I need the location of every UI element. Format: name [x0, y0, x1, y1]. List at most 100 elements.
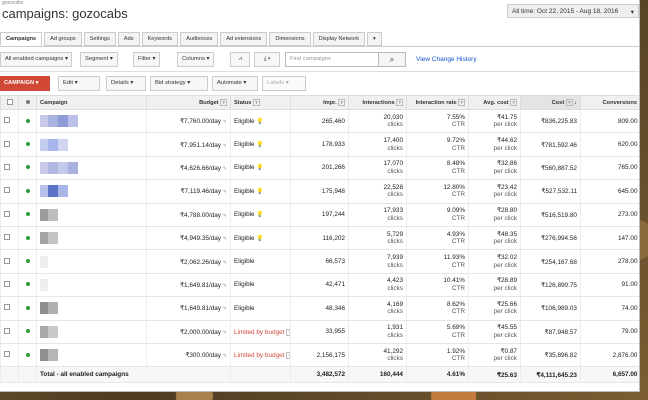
- enabled-status-icon[interactable]: [25, 142, 30, 147]
- row-checkbox[interactable]: [4, 257, 10, 264]
- help-icon[interactable]: ?: [565, 99, 573, 106]
- row-checkbox[interactable]: [4, 351, 10, 358]
- tab-dimensions[interactable]: Dimensions: [269, 32, 311, 46]
- budget-cell[interactable]: ₹4,788.00/day ✎: [146, 203, 231, 227]
- row-select-cell[interactable]: [0, 109, 19, 134]
- edit-pencil-icon[interactable]: ✎: [223, 189, 227, 195]
- campaign-name-cell[interactable]: [36, 109, 147, 134]
- edit-pencil-icon[interactable]: ✎: [223, 330, 227, 336]
- edit-pencil-icon[interactable]: ✎: [223, 236, 227, 242]
- help-icon[interactable]: ?: [220, 99, 227, 106]
- table-row[interactable]: ₹300.00/day ✎ Limited by budget ? ▣ 2,15…: [0, 343, 639, 368]
- row-checkbox[interactable]: [4, 163, 10, 170]
- budget-cell[interactable]: ₹2,000.00/day ✎: [146, 320, 231, 344]
- campaign-name-cell[interactable]: [36, 132, 147, 157]
- table-row[interactable]: ₹4,626.66/day ✎ Eligible 💡 201,266 17,07…: [0, 156, 639, 181]
- campaign-name-cell[interactable]: [36, 273, 147, 298]
- select-all-checkbox[interactable]: [6, 98, 13, 105]
- col-status[interactable]: Status ?: [230, 95, 291, 110]
- campaign-name-cell[interactable]: [36, 296, 147, 321]
- row-select-cell[interactable]: [0, 273, 19, 298]
- row-checkbox[interactable]: [4, 280, 10, 287]
- budget-cell[interactable]: ₹1,649.81/day ✎: [146, 273, 231, 298]
- budget-cell[interactable]: ₹2,062.26/day ✎: [146, 249, 231, 274]
- enabled-status-icon[interactable]: [25, 235, 30, 240]
- enabled-status-icon[interactable]: [25, 212, 30, 217]
- row-select-cell[interactable]: [0, 156, 19, 181]
- col-interactions[interactable]: Interactions ?: [348, 95, 407, 110]
- labels-button[interactable]: Labels ▾: [262, 76, 306, 91]
- edit-pencil-icon[interactable]: ✎: [223, 119, 227, 125]
- budget-cell[interactable]: ₹4,949.35/day ✎: [146, 226, 231, 251]
- enabled-status-icon[interactable]: [25, 352, 30, 357]
- row-select-cell[interactable]: [0, 320, 19, 344]
- edit-button[interactable]: Edit ▾: [58, 76, 100, 91]
- col-interaction-rate[interactable]: Interaction rate ?: [406, 95, 469, 110]
- row-select-cell[interactable]: [0, 296, 19, 321]
- edit-pencil-icon[interactable]: ✎: [223, 353, 227, 359]
- row-checkbox[interactable]: [4, 210, 10, 217]
- table-row[interactable]: ₹4,788.00/day ✎ Eligible 💡 197,244 17,93…: [0, 203, 639, 227]
- help-icon[interactable]: ?: [338, 99, 345, 106]
- col-cost[interactable]: Cost ? ↓: [520, 95, 581, 110]
- enabled-status-icon[interactable]: [25, 165, 30, 170]
- help-icon[interactable]: ?: [510, 99, 517, 106]
- help-icon[interactable]: ?: [458, 99, 465, 106]
- table-row[interactable]: ₹7,951.14/day ✎ Eligible 💡 178,933 17,40…: [0, 132, 639, 157]
- col-avg-cost[interactable]: Avg. cost ?: [468, 95, 521, 110]
- add-campaign-button[interactable]: CAMPAIGN ▾: [0, 76, 50, 91]
- columns-button[interactable]: Columns ▾: [177, 52, 215, 67]
- lightbulb-icon[interactable]: 💡: [256, 119, 263, 125]
- campaign-name-cell[interactable]: [36, 249, 147, 274]
- lightbulb-icon[interactable]: 💡: [256, 189, 263, 195]
- search-icon[interactable]: ⌕: [378, 52, 406, 67]
- row-checkbox[interactable]: [4, 234, 10, 241]
- lightbulb-icon[interactable]: 💡: [256, 236, 263, 242]
- details-button[interactable]: Details ▾: [106, 76, 146, 91]
- table-row[interactable]: ₹2,000.00/day ✎ Limited by budget ? ▣ 33…: [0, 320, 639, 344]
- tab-ads[interactable]: Ads: [117, 32, 140, 46]
- help-icon[interactable]: ?: [286, 352, 291, 360]
- col-impr[interactable]: Impr. ?: [290, 95, 349, 110]
- edit-pencil-icon[interactable]: ✎: [223, 283, 227, 289]
- campaign-name-cell[interactable]: [36, 320, 147, 344]
- table-row[interactable]: ₹7,119.46/day ✎ Eligible 💡 175,948 22,52…: [0, 179, 639, 204]
- help-icon[interactable]: ?: [396, 99, 403, 106]
- help-icon[interactable]: ?: [286, 328, 291, 336]
- budget-cell[interactable]: ₹300.00/day ✎: [146, 343, 231, 368]
- row-checkbox[interactable]: [4, 140, 10, 147]
- row-checkbox[interactable]: [4, 117, 10, 124]
- edit-pencil-icon[interactable]: ✎: [223, 213, 227, 219]
- enabled-status-icon[interactable]: [25, 188, 30, 193]
- enabled-status-icon[interactable]: [25, 329, 30, 334]
- table-row[interactable]: ₹1,649.81/day ✎ Eligible 42,471 4,423 cli…: [0, 273, 639, 298]
- tab-ad-extensions[interactable]: Ad extensions: [220, 32, 268, 46]
- budget-cell[interactable]: ₹7,119.46/day ✎: [146, 179, 231, 204]
- tab-keywords[interactable]: Keywords: [141, 32, 179, 46]
- budget-cell[interactable]: ₹4,626.66/day ✎: [146, 156, 231, 181]
- more-tabs-dropdown[interactable]: ▾: [367, 32, 382, 46]
- chart-toggle-icon[interactable]: ⩘: [230, 52, 250, 67]
- help-icon[interactable]: ?: [252, 99, 260, 106]
- tab-ad-groups[interactable]: Ad groups: [44, 32, 82, 46]
- enabled-status-icon[interactable]: [25, 305, 30, 310]
- table-row[interactable]: ₹2,062.26/day ✎ Eligible 66,573 7,939 cli…: [0, 249, 639, 274]
- lightbulb-icon[interactable]: 💡: [256, 212, 263, 218]
- download-icon[interactable]: ⤓ ▾: [254, 52, 280, 67]
- enabled-status-icon[interactable]: [25, 282, 30, 287]
- edit-pencil-icon[interactable]: ✎: [223, 166, 227, 172]
- campaign-filter-select[interactable]: All enabled campaigns ▾: [0, 52, 72, 67]
- lightbulb-icon[interactable]: 💡: [256, 142, 263, 148]
- bid-strategy-button[interactable]: Bid strategy ▾: [150, 76, 208, 91]
- date-range-picker[interactable]: All time: Oct 22, 2015 - Aug 18, 2016 ▾: [507, 4, 639, 18]
- tab-settings[interactable]: Settings: [83, 32, 116, 46]
- tab-display-network[interactable]: Display Network: [312, 32, 365, 46]
- edit-pencil-icon[interactable]: ✎: [223, 260, 227, 266]
- campaign-name-cell[interactable]: [36, 156, 147, 181]
- table-row[interactable]: ₹4,949.35/day ✎ Eligible 💡 116,202 5,729…: [0, 226, 639, 251]
- budget-cell[interactable]: ₹7,951.14/day ✎: [146, 132, 231, 157]
- col-conversions[interactable]: Conversions: [580, 95, 639, 110]
- col-campaign[interactable]: Campaign: [36, 95, 147, 110]
- tab-campaigns[interactable]: Campaigns: [0, 32, 43, 46]
- row-select-cell[interactable]: [0, 343, 19, 368]
